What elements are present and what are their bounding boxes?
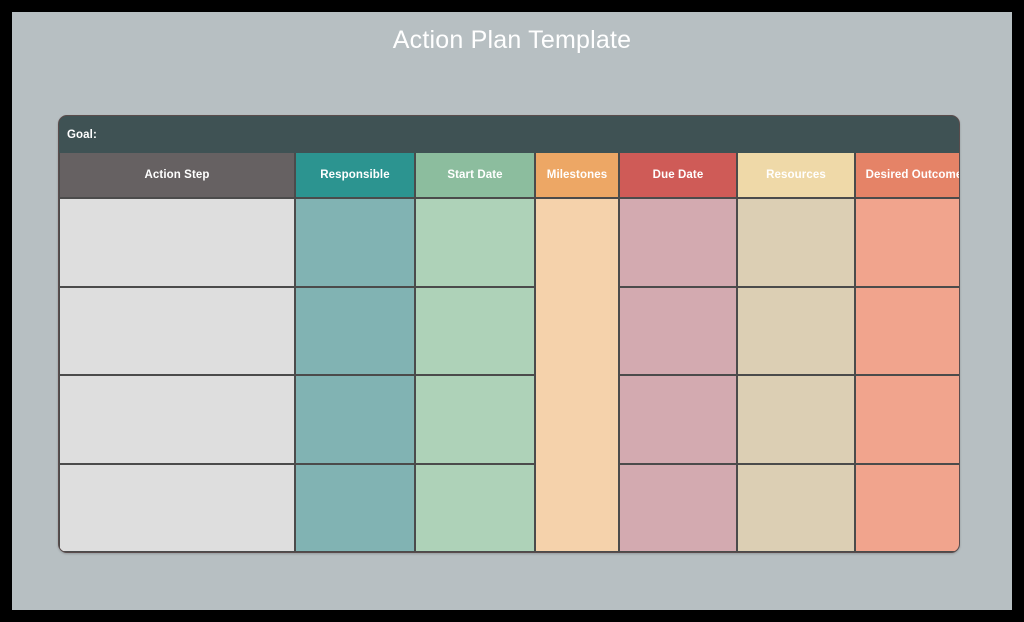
goal-bar[interactable]: Goal:	[59, 116, 959, 153]
cell-responsible-row-2[interactable]	[296, 287, 414, 374]
column-header-resources[interactable]: Resources	[738, 153, 854, 197]
cell-start_date-row-1[interactable]	[416, 199, 534, 286]
column-header-action_step[interactable]: Action Step	[60, 153, 294, 197]
cell-due_date-row-2[interactable]	[620, 287, 736, 374]
cell-start_date-row-3[interactable]	[416, 376, 534, 463]
cell-resources-row-2[interactable]	[738, 287, 854, 374]
page-title: Action Plan Template	[392, 26, 632, 54]
cell-responsible-row-4[interactable]	[296, 464, 414, 551]
cell-desired_outcome-row-1[interactable]	[856, 199, 959, 286]
cell-action_step-row-1[interactable]	[60, 199, 294, 286]
cell-desired_outcome-row-4[interactable]	[856, 464, 959, 551]
cell-desired_outcome-row-3[interactable]	[856, 376, 959, 463]
cell-due_date-row-1[interactable]	[620, 199, 736, 286]
cell-resources-row-1[interactable]	[738, 199, 854, 286]
column-header-milestones[interactable]: Milestones	[536, 153, 618, 197]
cell-due_date-row-3[interactable]	[620, 376, 736, 463]
column-header-desired_outcome[interactable]: Desired Outcome	[856, 153, 959, 197]
column-header-responsible[interactable]: Responsible	[296, 153, 414, 197]
table-grid: Action Step Responsible Start Date Mileston…	[59, 153, 959, 552]
cell-responsible-row-1[interactable]	[296, 199, 414, 286]
cell-action_step-row-2[interactable]	[60, 287, 294, 374]
goal-label: Goal:	[67, 128, 97, 141]
cell-milestones-merged[interactable]	[536, 199, 618, 551]
cell-resources-row-4[interactable]	[738, 464, 854, 551]
column-header-due_date[interactable]: Due Date	[620, 153, 736, 197]
cell-start_date-row-4[interactable]	[416, 464, 534, 551]
page-canvas: Action Plan Template Goal: Action Step Re…	[12, 12, 1012, 610]
cell-action_step-row-4[interactable]	[60, 464, 294, 551]
action-plan-table: Goal: Action Step Responsible Start Date Mi…	[58, 115, 960, 553]
cell-start_date-row-2[interactable]	[416, 287, 534, 374]
cell-responsible-row-3[interactable]	[296, 376, 414, 463]
cell-desired_outcome-row-2[interactable]	[856, 287, 959, 374]
cell-resources-row-3[interactable]	[738, 376, 854, 463]
column-header-start_date[interactable]: Start Date	[416, 153, 534, 197]
cell-action_step-row-3[interactable]	[60, 376, 294, 463]
cell-due_date-row-4[interactable]	[620, 464, 736, 551]
